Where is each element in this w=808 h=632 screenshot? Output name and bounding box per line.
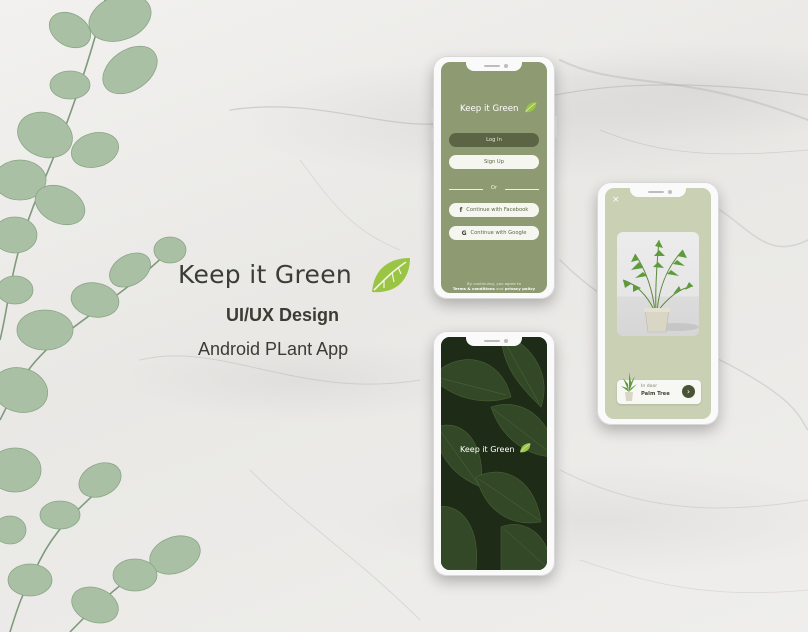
phone-side-button (431, 403, 433, 417)
phone-login-mockup: Keep it Green Log In Sign Up Or f Contin… (431, 56, 557, 299)
terms-link[interactable]: Terms & conditions (453, 286, 495, 291)
or-label: Or (490, 185, 498, 191)
phone-notch (466, 62, 522, 71)
facebook-login-button[interactable]: f Continue with Facebook (449, 203, 539, 217)
facebook-button-label: Continue with Facebook (466, 207, 529, 213)
chevron-right-icon: › (686, 387, 691, 396)
divider-line (505, 189, 539, 190)
plant-image-card (617, 232, 699, 336)
login-button-label: Log In (486, 137, 502, 143)
plant-thumbnail (621, 372, 637, 401)
login-screen: Keep it Green Log In Sign Up Or f Contin… (441, 62, 547, 293)
brand-subtitle: UI/UX Design (226, 305, 340, 325)
plant-info-card[interactable]: In door Palm Tree › (617, 372, 701, 404)
signup-button[interactable]: Sign Up (449, 155, 539, 169)
phone-plant-detail-mockup: × In door Palm Tree › (595, 182, 721, 425)
phone-side-button (431, 383, 433, 397)
brand-title: Keep it Green (178, 260, 353, 289)
leaf-icon (520, 443, 531, 453)
plant-detail-screen: × In door Palm Tree › (605, 188, 711, 419)
phone-notch (630, 188, 686, 197)
privacy-link[interactable]: privacy policy (505, 286, 535, 291)
google-icon: G (461, 229, 467, 237)
palm-tree-image (622, 239, 699, 333)
phone-notch (466, 337, 522, 346)
phone-side-button (719, 242, 721, 264)
splash-app-name: Keep it Green (460, 445, 515, 454)
plant-category-label: In door (641, 384, 658, 389)
google-button-label: Continue with Google (470, 230, 527, 236)
brand-tagline: Android PLant App (198, 339, 349, 359)
phone-side-button (595, 254, 597, 268)
login-button[interactable]: Log In (449, 133, 539, 147)
terms-notice: By continuing, you agree to Terms & cond… (445, 281, 543, 291)
next-arrow-button[interactable]: › (682, 385, 695, 398)
phone-side-button (595, 234, 597, 248)
eucalyptus-decoration (0, 0, 201, 632)
or-divider: Or (449, 185, 539, 193)
splash-screen: Keep it Green (441, 337, 547, 570)
brand-header: Keep it Green (178, 258, 418, 298)
phone-splash-mockup: Keep it Green (431, 331, 557, 576)
phone-side-button (555, 116, 557, 138)
facebook-icon: f (459, 206, 463, 214)
terms-and: and (496, 286, 504, 291)
leaf-icon (372, 258, 410, 293)
close-icon[interactable]: × (612, 195, 620, 205)
google-login-button[interactable]: G Continue with Google (449, 226, 539, 240)
phone-side-button (431, 128, 433, 142)
app-name: Keep it Green (460, 104, 519, 114)
leaf-icon (525, 102, 537, 113)
signup-button-label: Sign Up (483, 159, 505, 165)
phone-side-button (431, 108, 433, 122)
phone-side-button (555, 391, 557, 413)
plant-name-label: Palm Tree (641, 391, 670, 397)
